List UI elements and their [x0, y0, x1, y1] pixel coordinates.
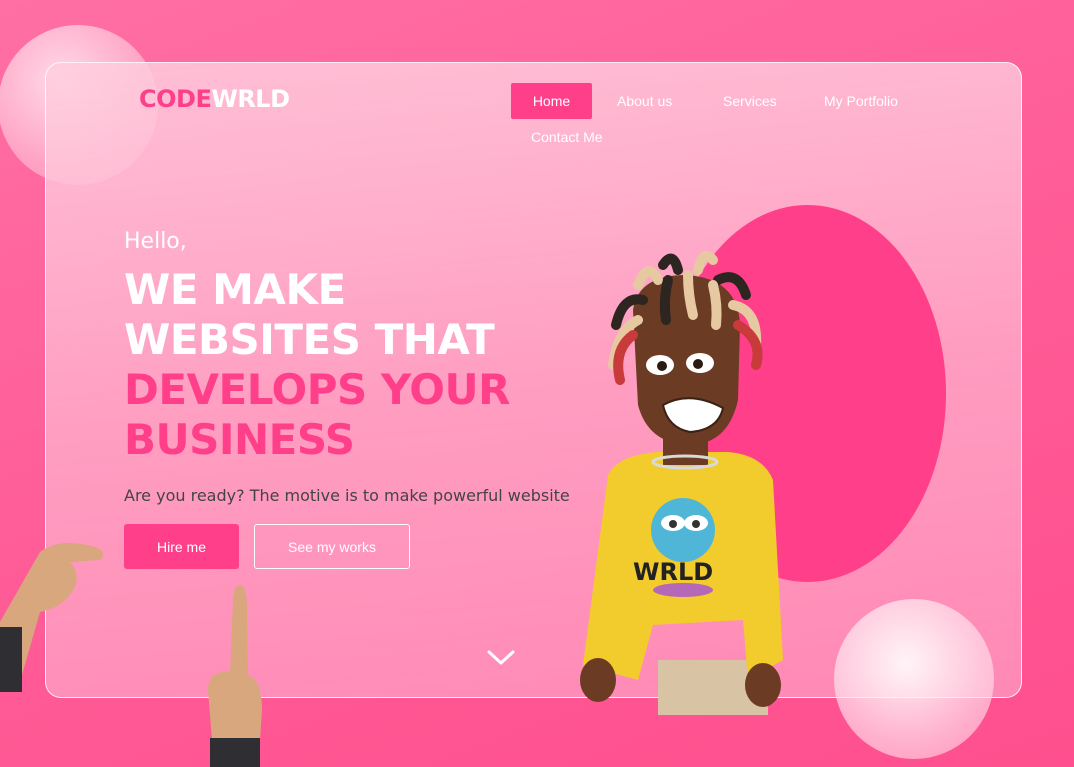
greeting: Hello,: [124, 229, 187, 254]
see-my-works-button[interactable]: See my works: [254, 524, 410, 569]
character-illustration: WRLD: [580, 250, 783, 715]
headline-line-3: DEVELOPS YOUR: [124, 365, 510, 414]
hero-headline: WE MAKE WEBSITES THAT DEVELOPS YOUR BUSI…: [124, 265, 510, 465]
shirt-logo-text: WRLD: [633, 558, 713, 586]
hand-raised-illustration: [208, 585, 262, 767]
nav-home[interactable]: Home: [511, 83, 592, 119]
decorative-bubble: [834, 599, 994, 759]
logo-part-code: CODE: [139, 85, 212, 113]
logo[interactable]: CODEWRLD: [139, 85, 290, 113]
nav-about[interactable]: About us: [617, 93, 672, 109]
headline-line-4: BUSINESS: [124, 415, 355, 464]
nav-portfolio[interactable]: My Portfolio: [824, 93, 898, 109]
chevron-down-icon[interactable]: [486, 648, 516, 668]
nav-services[interactable]: Services: [723, 93, 777, 109]
hire-me-button[interactable]: Hire me: [124, 524, 239, 569]
hero-subtitle: Are you ready? The motive is to make pow…: [124, 486, 570, 505]
headline-line-2: WEBSITES THAT: [124, 315, 495, 364]
logo-part-wrld: WRLD: [211, 85, 290, 113]
headline-line-1: WE MAKE: [124, 265, 346, 314]
nav-contact[interactable]: Contact Me: [531, 129, 603, 145]
pointing-hand-illustration: [0, 543, 104, 692]
